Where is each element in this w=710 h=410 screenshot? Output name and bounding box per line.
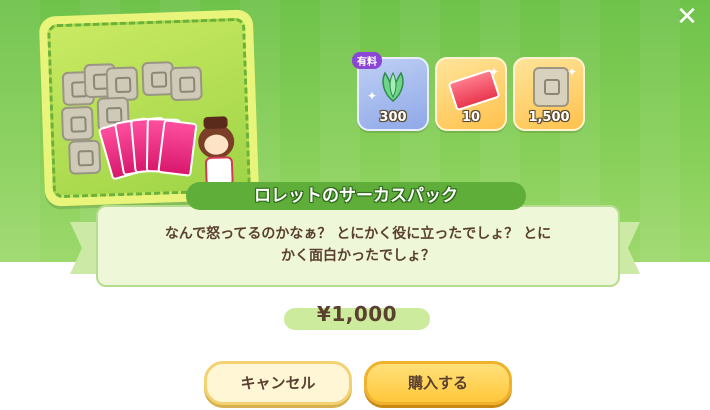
product-image-card xyxy=(38,9,260,207)
description-panel: なんで怒ってるのかなぁ？ とにかく役に立ったでしょ？ とに かく面白かったでしょ… xyxy=(96,205,620,287)
cancel-button[interactable]: キャンセル xyxy=(204,361,352,405)
soulstone-icon xyxy=(533,67,569,107)
card-icon xyxy=(157,119,198,177)
cookie-character xyxy=(193,116,239,188)
buy-button[interactable]: 購入する xyxy=(364,361,512,405)
reward-ticket: ✦ 10 xyxy=(435,57,507,131)
soulstone-icon xyxy=(169,66,203,102)
description-line-1: なんで怒ってるのかなぁ？ とにかく役に立ったでしょ？ とに xyxy=(164,226,552,242)
price-label: ¥1,000 xyxy=(316,302,398,326)
reward-count: 300 xyxy=(379,110,407,125)
description-line-2: かく面白かったでしょ？ xyxy=(281,248,435,264)
soulstone-icon xyxy=(60,105,95,142)
product-title: ロレットのサーカスパック xyxy=(186,182,526,210)
soulstone-icon xyxy=(68,139,102,175)
reward-soulstone: ✦ 1,500 xyxy=(513,57,585,131)
reward-count: 1,500 xyxy=(528,110,570,125)
crystal-leaf-icon xyxy=(382,71,404,102)
close-button[interactable]: ✕ xyxy=(674,4,700,30)
paid-badge: 有料 xyxy=(352,52,382,69)
product-description: なんで怒ってるのかなぁ？ とにかく役に立ったでしょ？ とに かく面白かったでしょ… xyxy=(118,223,598,267)
reward-count: 10 xyxy=(461,110,481,125)
product-image xyxy=(47,17,251,199)
